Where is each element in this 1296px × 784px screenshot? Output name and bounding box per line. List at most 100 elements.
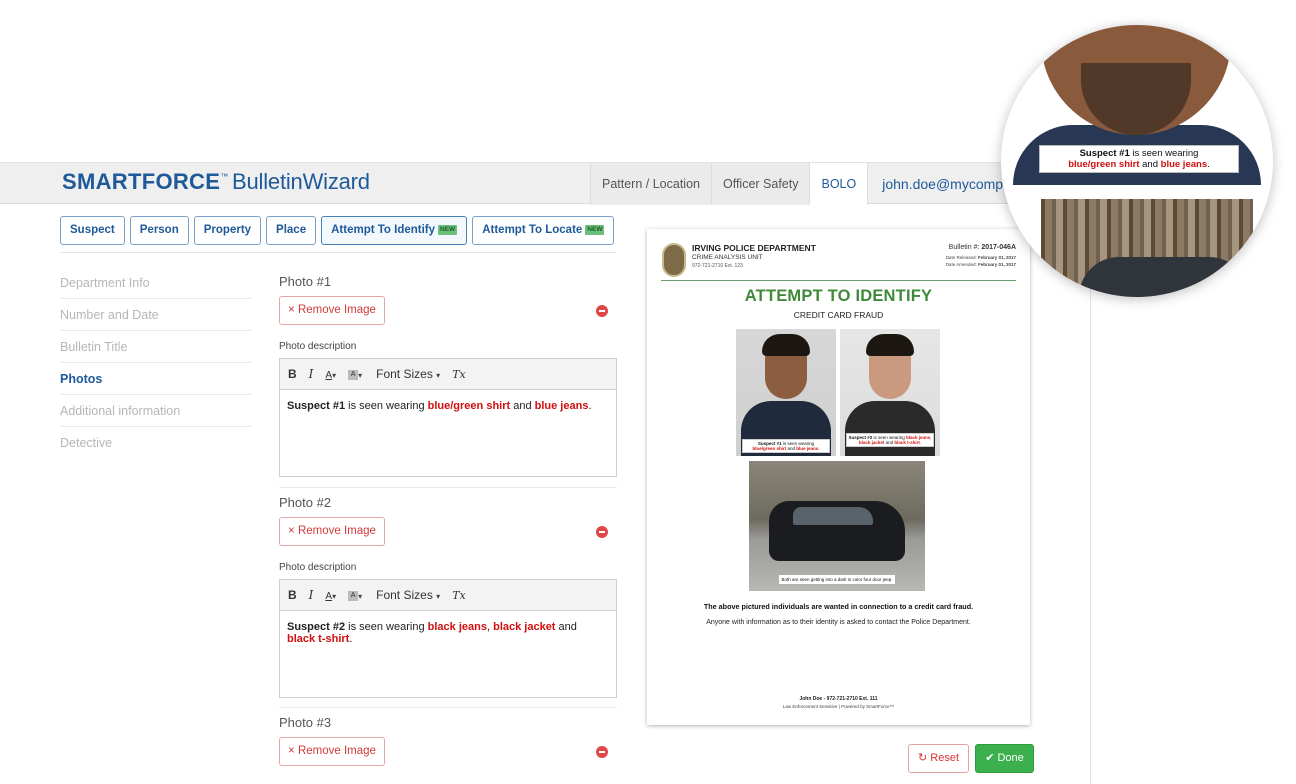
photo-block-2: Photo #2 × Remove Image Photo descriptio… xyxy=(279,495,617,705)
brand-name: SMARTFORCE xyxy=(62,169,221,194)
caption-highlight: black jacket xyxy=(858,440,885,445)
remove-photo-icon[interactable] xyxy=(596,746,608,758)
menu-item-photos[interactable]: Photos xyxy=(60,363,252,395)
font-sizes-dropdown[interactable]: Font Sizes ▾ xyxy=(376,588,440,602)
footer-contact: John Doe - 972-721-2710 Ext. 111 xyxy=(799,696,878,702)
photo-description-label: Photo description xyxy=(279,562,357,573)
font-sizes-label: Font Sizes xyxy=(376,588,433,602)
desc-text: is seen wearing xyxy=(345,400,428,412)
remove-image-label: Remove Image xyxy=(297,525,376,537)
font-sizes-dropdown[interactable]: Font Sizes ▾ xyxy=(376,367,440,381)
bolo-subtype-nav: Suspect Person Property Place Attempt To… xyxy=(60,216,615,245)
vehicle-photo: Both are seen getting into a dark in col… xyxy=(749,461,925,591)
reset-button[interactable]: ↻ Reset xyxy=(908,744,969,773)
department-name: IRVING POLICE DEPARTMENT xyxy=(692,243,816,253)
remove-image-button[interactable]: × Remove Image xyxy=(279,296,385,325)
person-button[interactable]: Person xyxy=(129,216,189,245)
menu-item-bulletin-title[interactable]: Bulletin Title xyxy=(60,331,252,363)
property-button[interactable]: Property xyxy=(193,216,262,245)
font-color-button[interactable]: A▾ xyxy=(325,367,336,381)
menu-item-detective[interactable]: Detective xyxy=(60,427,252,459)
background-color-button[interactable]: A ▾ xyxy=(348,588,362,602)
italic-button[interactable]: I xyxy=(309,588,314,602)
reset-label: Reset xyxy=(930,752,960,764)
font-sizes-label: Font Sizes xyxy=(376,367,433,381)
divider xyxy=(661,280,1016,281)
desc-highlight: blue/green shirt xyxy=(427,400,511,412)
photo-block-1: Photo #1 × Remove Image Photo descriptio… xyxy=(279,274,617,484)
caption-text: and xyxy=(786,446,797,451)
suspect-hair xyxy=(762,334,810,356)
photo-title: Photo #1 xyxy=(279,274,332,289)
caption-highlight: blue jeans xyxy=(796,446,819,451)
photo-description-editor: B I A▾ A ▾ Font Sizes ▾ Tx Suspect #1 is … xyxy=(279,358,617,477)
brand-logo: SMARTFORCE™ BulletinWizard xyxy=(62,169,370,195)
caption-text: . xyxy=(818,446,820,451)
remove-image-label: Remove Image xyxy=(297,304,376,316)
suspect-1-caption: Suspect #1 is seen wearing blue/green sh… xyxy=(742,439,830,453)
done-button[interactable]: ✔ Done xyxy=(975,744,1034,773)
caption-text: . xyxy=(919,440,922,445)
brand-product: BulletinWizard xyxy=(232,169,370,194)
chevron-down-icon: ▾ xyxy=(358,371,363,380)
clear-format-icon[interactable]: Tx xyxy=(452,589,466,602)
attempt-to-locate-button[interactable]: Attempt To Locate NEW xyxy=(472,216,615,245)
suspect-label: Suspect #1 xyxy=(287,400,346,412)
caption-suspect: Suspect #1 xyxy=(1079,148,1130,159)
desc-highlight: black jacket xyxy=(493,621,556,633)
divider xyxy=(60,252,616,253)
footer-note: Law Enforcement Sensitive | Powered by S… xyxy=(782,704,895,709)
vehicle-caption: Both are seen getting into a dark in col… xyxy=(779,575,895,584)
chevron-down-icon: ▾ xyxy=(332,371,337,380)
bold-button[interactable]: B xyxy=(288,588,297,602)
attempt-to-locate-label: Attempt To Locate xyxy=(482,224,583,236)
police-badge-icon xyxy=(662,243,686,277)
suspect-hair xyxy=(866,334,914,356)
bulletin-preview: IRVING POLICE DEPARTMENT CRIME ANALYSIS … xyxy=(647,229,1030,725)
editor-content[interactable]: Suspect #2 is seen wearing black jeans, … xyxy=(280,611,616,655)
app-header: SMARTFORCE™ BulletinWizard Pattern / Loca… xyxy=(0,162,1090,205)
suspect-button[interactable]: Suspect xyxy=(60,216,125,245)
check-circle-icon: ✔ xyxy=(985,752,995,764)
caption-highlight: blue/green shirt xyxy=(1068,159,1140,170)
suspect-body xyxy=(845,401,935,456)
close-icon: × xyxy=(288,304,295,316)
photo-description-editor: B I A▾ A ▾ Font Sizes ▾ Tx Suspect #2 is … xyxy=(279,579,617,698)
unit-phone: 972-721-2710 Ext. 123 xyxy=(692,263,743,269)
suspect-2-caption: Suspect #2 is seen wearing black jeans, … xyxy=(846,433,934,447)
editor-toolbar: B I A▾ A ▾ Font Sizes ▾ Tx xyxy=(280,580,616,611)
menu-item-department-info[interactable]: Department Info xyxy=(60,267,252,299)
tab-officer-safety[interactable]: Officer Safety xyxy=(710,163,810,205)
italic-button[interactable]: I xyxy=(309,367,314,381)
new-badge: NEW xyxy=(585,224,605,235)
remove-image-button[interactable]: × Remove Image xyxy=(279,517,385,546)
refresh-icon: ↻ xyxy=(917,752,928,764)
font-color-button[interactable]: A▾ xyxy=(325,588,336,602)
caption-text: and xyxy=(884,440,895,445)
editor-content[interactable]: Suspect #1 is seen wearing blue/green sh… xyxy=(280,390,616,422)
wanted-statement: The above pictured individuals are wante… xyxy=(703,602,974,611)
bulletin-title: ATTEMPT TO IDENTIFY xyxy=(744,287,933,305)
background-color-button[interactable]: A ▾ xyxy=(348,367,362,381)
divider xyxy=(279,487,617,488)
contact-statement: Anyone with information as to their iden… xyxy=(706,619,971,626)
tab-bolo[interactable]: BOLO xyxy=(809,163,868,205)
attempt-to-identify-button[interactable]: Attempt To Identify NEW xyxy=(321,216,468,245)
remove-photo-icon[interactable] xyxy=(596,526,608,538)
bulletin-subtitle: CREDIT CARD FRAUD xyxy=(793,310,884,320)
menu-item-number-and-date[interactable]: Number and Date xyxy=(60,299,252,331)
clear-format-icon[interactable]: Tx xyxy=(452,368,466,381)
place-button[interactable]: Place xyxy=(266,216,317,245)
suspect-2-photo: Suspect #2 is seen wearing black jeans, … xyxy=(840,329,940,456)
tab-pattern-location[interactable]: Pattern / Location xyxy=(590,163,711,205)
magnified-vehicle xyxy=(1079,257,1249,297)
caption-text: , xyxy=(930,435,932,440)
remove-photo-icon[interactable] xyxy=(596,305,608,317)
desc-highlight: black t-shirt xyxy=(287,633,350,645)
editor-toolbar: B I A▾ A ▾ Font Sizes ▾ Tx xyxy=(280,359,616,390)
chevron-down-icon: ▾ xyxy=(436,592,441,601)
date-amended-label: Date Amended: xyxy=(945,262,978,267)
bold-button[interactable]: B xyxy=(288,367,297,381)
menu-item-additional-information[interactable]: Additional information xyxy=(60,395,252,427)
remove-image-button[interactable]: × Remove Image xyxy=(279,737,385,766)
